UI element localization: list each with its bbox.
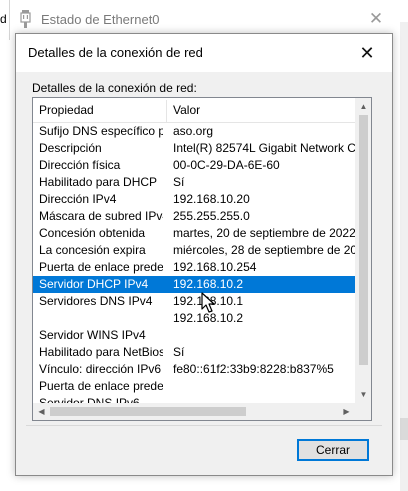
background-window-scroll-tab	[400, 418, 408, 440]
background-window-title: Estado de Ethernet0	[41, 12, 160, 27]
row-property: Habilitado para DHCP	[39, 175, 158, 189]
row-property: Servidores DNS IPv4	[39, 294, 153, 308]
row-value: 192.168.10.254	[173, 260, 257, 274]
list-row[interactable]: Sufijo DNS específico p... aso.org	[33, 123, 355, 140]
dialog-separator	[26, 425, 382, 426]
list-row[interactable]: Descripción Intel(R) 82574L Gigabit Netw…	[33, 140, 355, 157]
row-value: miércoles, 28 de septiembre de 2022 1	[173, 243, 355, 257]
list-row[interactable]: Servidor WINS IPv4	[33, 327, 355, 344]
row-property: Concesión obtenida	[39, 226, 146, 240]
row-property: Dirección IPv4	[39, 192, 117, 206]
row-property: Servidor WINS IPv4	[39, 328, 146, 342]
scroll-down-icon[interactable]: ▼	[355, 386, 371, 403]
row-property: Vínculo: dirección IPv6 l...	[39, 362, 163, 376]
row-property: Puerta de enlace predet...	[39, 379, 163, 393]
list-row[interactable]: Máscara de subred IPv4 255.255.255.0	[33, 208, 355, 225]
row-value: 255.255.255.0	[173, 209, 250, 223]
column-divider[interactable]	[166, 100, 167, 122]
list-row[interactable]: Puerta de enlace predet... 192.168.10.25…	[33, 259, 355, 276]
column-header-value[interactable]: Valor	[173, 98, 200, 122]
row-property: Máscara de subred IPv4	[39, 209, 163, 223]
list-row[interactable]: Dirección IPv4 192.168.10.20	[33, 191, 355, 208]
close-button[interactable]: Cerrar	[297, 439, 369, 461]
row-value: 00-0C-29-DA-6E-60	[173, 158, 280, 172]
row-value: 192.168.10.20	[173, 192, 250, 206]
row-value: fe80::61f2:33b9:8228:b837%5	[173, 362, 334, 376]
row-value: martes, 20 de septiembre de 2022 13:	[173, 226, 355, 240]
row-property: Habilitado para NetBios ...	[39, 345, 163, 359]
list-row[interactable]: Servidores DNS IPv4 192.168.10.1	[33, 293, 355, 310]
row-property: Puerta de enlace predet...	[39, 260, 163, 274]
row-property: La concesión expira	[39, 243, 146, 257]
row-value: Intel(R) 82574L Gigabit Network Conn	[173, 141, 355, 155]
row-property: Dirección física	[39, 158, 121, 172]
list-row[interactable]: Habilitado para NetBios ... Sí	[33, 344, 355, 361]
list-header: Propiedad Valor	[33, 98, 355, 123]
details-list-view[interactable]: Propiedad Valor Sufijo DNS específico p.…	[32, 97, 372, 421]
row-value: Sí	[173, 175, 185, 189]
row-property: Sufijo DNS específico p...	[39, 124, 163, 138]
scroll-up-icon[interactable]: ▲	[355, 98, 371, 115]
dialog-title: Detalles de la conexión de red	[28, 45, 203, 60]
vertical-scrollbar[interactable]: ▲ ▼	[355, 98, 371, 403]
row-value: Sí	[173, 345, 185, 359]
scroll-left-icon[interactable]: ◀	[33, 403, 50, 420]
vertical-scroll-thumb[interactable]	[359, 115, 368, 365]
background-window-left-edge: d	[0, 0, 10, 40]
list-row[interactable]: Concesión obtenida martes, 20 de septiem…	[33, 225, 355, 242]
row-value: 192.168.10.2	[173, 277, 244, 291]
row-value: aso.org	[173, 124, 214, 138]
list-row[interactable]: Puerta de enlace predet...	[33, 378, 355, 395]
close-icon[interactable]: ✕	[354, 41, 380, 65]
row-property: Descripción	[39, 141, 102, 155]
dialog-titlebar[interactable]: Detalles de la conexión de red ✕	[16, 34, 392, 72]
details-list-label: Detalles de la conexión de red:	[32, 81, 197, 95]
mouse-cursor-icon	[201, 292, 215, 313]
list-row[interactable]: Habilitado para DHCP Sí	[33, 174, 355, 191]
row-property: Servidor DHCP IPv4	[39, 277, 149, 291]
list-row-selected[interactable]: Servidor DHCP IPv4 192.168.10.2	[33, 276, 355, 293]
list-row[interactable]: 192.168.10.2	[33, 310, 355, 327]
list-row[interactable]: Vínculo: dirección IPv6 l... fe80::61f2:…	[33, 361, 355, 378]
background-window-close-icon[interactable]: ✕	[366, 8, 386, 30]
network-adapter-icon	[20, 10, 31, 28]
network-connection-details-dialog: Detalles de la conexión de red ✕ Detalle…	[15, 33, 393, 476]
list-row[interactable]: La concesión expira miércoles, 28 de sep…	[33, 242, 355, 259]
list-row[interactable]: Dirección física 00-0C-29-DA-6E-60	[33, 157, 355, 174]
horizontal-scroll-thumb[interactable]	[50, 407, 246, 416]
background-window-fragment-text: d	[0, 12, 7, 26]
column-header-property[interactable]: Propiedad	[39, 98, 94, 122]
scroll-right-icon[interactable]: ▶	[338, 403, 355, 420]
scrollbar-corner	[355, 403, 371, 420]
horizontal-scrollbar[interactable]: ◀ ▶	[33, 403, 355, 420]
